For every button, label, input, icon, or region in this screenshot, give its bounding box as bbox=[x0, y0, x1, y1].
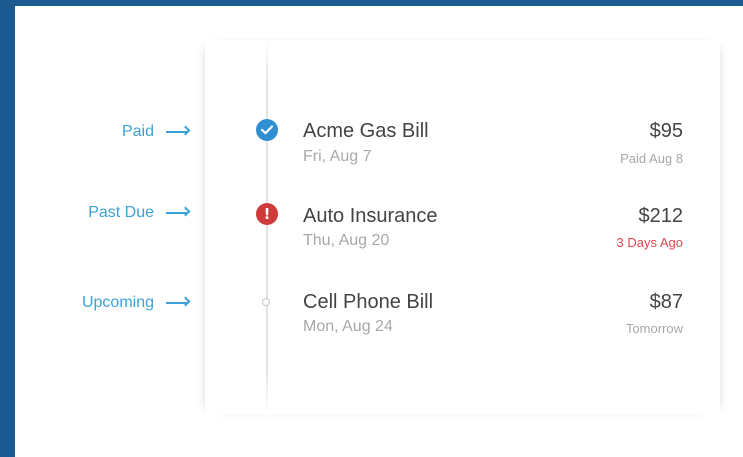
bill-date: Fri, Aug 7 bbox=[303, 148, 372, 165]
legend-label: Past Due bbox=[88, 204, 154, 221]
arrow-right-icon bbox=[166, 131, 188, 133]
legend-label: Paid bbox=[121, 123, 154, 140]
legend-past-due: Past Due bbox=[88, 202, 188, 224]
bill-status: Tomorrow bbox=[625, 321, 683, 336]
exclamation-glyph: ! bbox=[263, 205, 271, 223]
legend-paid: Paid bbox=[122, 121, 188, 143]
timeline-line bbox=[266, 40, 268, 415]
exclamation-circle-icon: ! bbox=[256, 203, 278, 225]
check-circle-icon bbox=[256, 119, 278, 141]
bill-status: Paid Aug 8 bbox=[620, 151, 683, 166]
legend-upcoming: Upcoming bbox=[82, 292, 188, 314]
frame-border-top bbox=[0, 0, 743, 6]
arrow-right-icon bbox=[166, 302, 188, 304]
legend-label: Upcoming bbox=[81, 294, 154, 311]
empty-circle-icon bbox=[262, 298, 270, 306]
bill-date: Thu, Aug 20 bbox=[303, 232, 390, 249]
bill-amount: $212 bbox=[638, 205, 684, 227]
bill-name[interactable]: Cell Phone Bill bbox=[303, 291, 433, 314]
bill-status: 3 Days Ago bbox=[616, 235, 684, 250]
frame-border-left bbox=[0, 0, 15, 457]
bill-date: Mon, Aug 24 bbox=[303, 318, 393, 335]
checkmark-glyph bbox=[261, 125, 273, 135]
bill-name[interactable]: Acme Gas Bill bbox=[303, 120, 429, 143]
bill-amount: $95 bbox=[649, 120, 683, 142]
arrow-right-icon bbox=[166, 212, 188, 214]
bill-amount: $87 bbox=[649, 291, 683, 313]
bill-name[interactable]: Auto Insurance bbox=[303, 205, 438, 228]
